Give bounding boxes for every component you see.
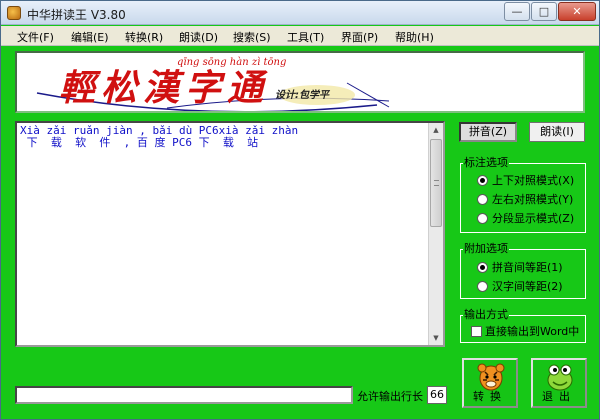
pinyin-button[interactable]: 拼音(Z) bbox=[459, 122, 517, 142]
scroll-up-arrow-icon[interactable]: ▲ bbox=[429, 123, 443, 137]
window-title: 中华拼读王 V3.80 bbox=[27, 8, 126, 22]
output-method-label: 输出方式 bbox=[463, 308, 509, 322]
output-method-group: 输出方式 直接输出到Word中 bbox=[460, 308, 586, 343]
mark-options-label: 标注选项 bbox=[463, 156, 509, 170]
convert-button[interactable]: 转换 bbox=[462, 358, 518, 408]
checkbox-label: 直接输出到Word中 bbox=[485, 325, 580, 338]
read-aloud-button[interactable]: 朗读(I) bbox=[529, 122, 585, 142]
editor-content[interactable]: Xià zǎi ruǎn jiàn , bǎi dù PC6xià zǎi zh… bbox=[20, 125, 430, 149]
minimize-button[interactable]: — bbox=[504, 2, 530, 21]
editor-line-hanzi: 下 载 软 件 , 百 度 PC6 下 载 站 bbox=[20, 136, 259, 149]
radio-label: 汉字间等距(2) bbox=[492, 280, 563, 293]
menu-read[interactable]: 朗读(D) bbox=[179, 29, 218, 45]
menu-tools[interactable]: 工具(T) bbox=[287, 29, 324, 45]
banner-designer-credit: 设计:包学平 bbox=[275, 90, 329, 101]
app-banner: 輕松漢字通 qīng sōng hàn zì tōng 设计:包学平 bbox=[15, 51, 585, 113]
radio-left-right-mode[interactable]: 左右对照模式(Y) bbox=[477, 193, 573, 206]
radio-hanzi-equal-spacing[interactable]: 汉字间等距(2) bbox=[477, 280, 563, 293]
exit-button-label: 退出 bbox=[542, 390, 576, 403]
menu-convert[interactable]: 转换(R) bbox=[125, 29, 163, 45]
radio-button-icon[interactable] bbox=[477, 175, 488, 186]
checkbox-icon[interactable] bbox=[471, 326, 482, 337]
menu-interface[interactable]: 界面(P) bbox=[341, 29, 378, 45]
menu-bar: 文件(F) 编辑(E) 转换(R) 朗读(D) 搜索(S) 工具(T) 界面(P… bbox=[1, 26, 599, 46]
pinyin-output-textarea[interactable]: Xià zǎi ruǎn jiàn , bǎi dù PC6xià zǎi zh… bbox=[15, 121, 445, 347]
maximize-button[interactable]: □ bbox=[531, 2, 557, 21]
scroll-down-arrow-icon[interactable]: ▼ bbox=[429, 331, 443, 345]
radio-segmented-mode[interactable]: 分段显示模式(Z) bbox=[477, 212, 574, 225]
main-window: 中华拼读王 V3.80 — □ ✕ 文件(F) 编辑(E) 转换(R) 朗读(D… bbox=[0, 0, 600, 420]
exit-button[interactable]: 退出 bbox=[531, 358, 587, 408]
menu-search[interactable]: 搜索(S) bbox=[233, 29, 271, 45]
radio-button-icon[interactable] bbox=[477, 281, 488, 292]
vertical-scrollbar[interactable]: ▲ ▼ bbox=[428, 123, 443, 345]
app-tiger-icon bbox=[7, 6, 21, 20]
line-length-label: 允许输出行长 bbox=[357, 390, 423, 403]
menu-file[interactable]: 文件(F) bbox=[17, 29, 54, 45]
scrollbar-grip-icon bbox=[434, 180, 439, 186]
mark-options-group: 标注选项 上下对照模式(X) 左右对照模式(Y) 分段显示模式(Z) bbox=[460, 156, 586, 233]
radio-button-icon[interactable] bbox=[477, 194, 488, 205]
word-output-checkbox[interactable]: 直接输出到Word中 bbox=[471, 325, 579, 338]
menu-help[interactable]: 帮助(H) bbox=[395, 29, 434, 45]
extra-options-group: 附加选项 拼音间等距(1) 汉字间等距(2) bbox=[460, 242, 586, 299]
close-button[interactable]: ✕ bbox=[558, 2, 596, 21]
radio-button-icon[interactable] bbox=[477, 262, 488, 273]
title-bar[interactable]: 中华拼读王 V3.80 — □ ✕ bbox=[1, 1, 599, 25]
menu-edit[interactable]: 编辑(E) bbox=[71, 29, 109, 45]
banner-pinyin: qīng sōng hàn zì tōng bbox=[177, 57, 287, 68]
extra-options-label: 附加选项 bbox=[463, 242, 509, 256]
radio-top-bottom-mode[interactable]: 上下对照模式(X) bbox=[477, 174, 574, 187]
radio-label: 左右对照模式(Y) bbox=[492, 193, 574, 206]
radio-button-icon[interactable] bbox=[477, 213, 488, 224]
radio-label: 上下对照模式(X) bbox=[492, 174, 575, 187]
convert-button-label: 转换 bbox=[473, 390, 507, 403]
line-length-input[interactable]: 66 bbox=[427, 386, 447, 404]
scrollbar-thumb[interactable] bbox=[430, 139, 442, 227]
radio-label: 拼音间等距(1) bbox=[492, 261, 563, 274]
radio-pinyin-equal-spacing[interactable]: 拼音间等距(1) bbox=[477, 261, 563, 274]
status-field[interactable] bbox=[15, 386, 353, 404]
radio-label: 分段显示模式(Z) bbox=[492, 212, 575, 225]
